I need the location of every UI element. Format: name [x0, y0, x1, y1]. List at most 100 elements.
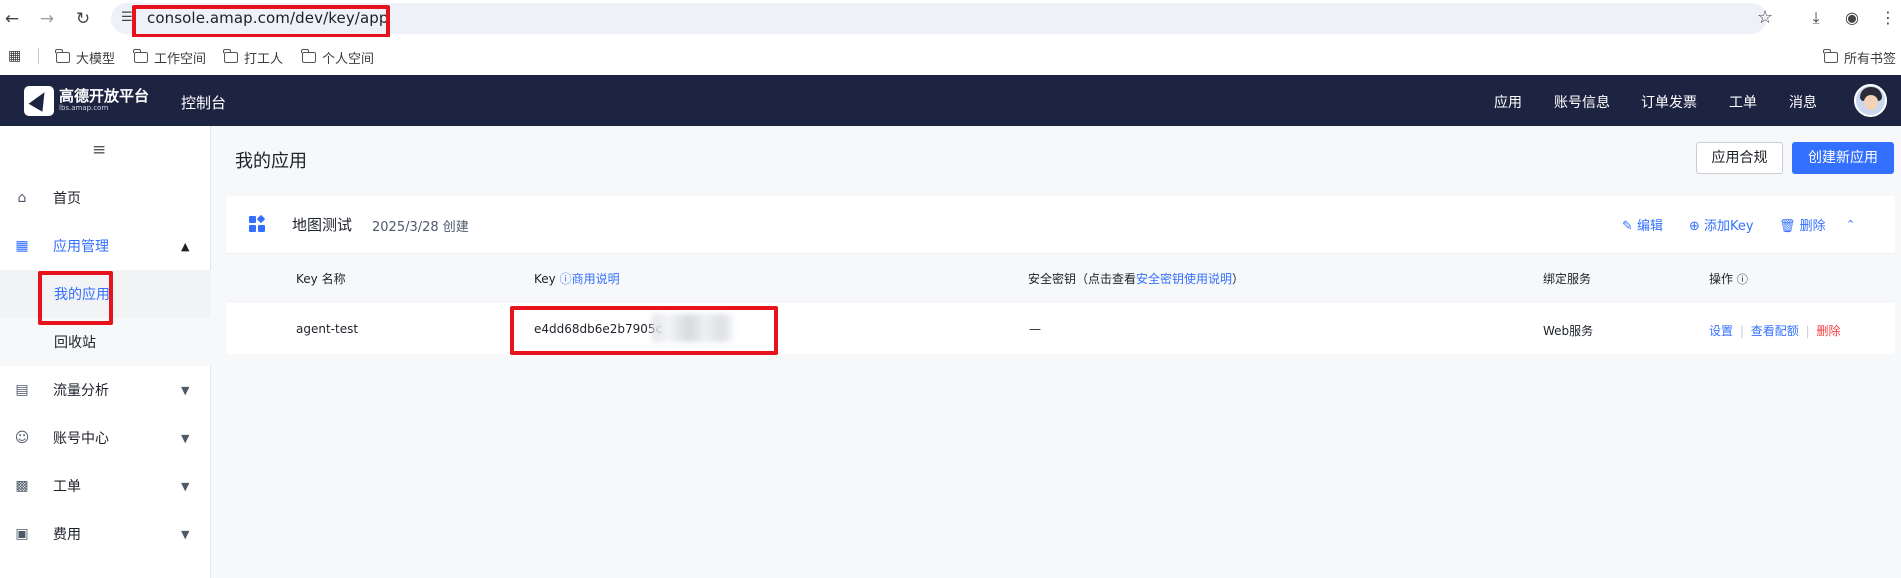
all-bookmarks-label: 所有书签 [1844, 52, 1897, 67]
bookmark-folder[interactable]: 工作空间 [133, 48, 207, 67]
app-grid-icon [249, 214, 266, 232]
chart-icon: ▤ [15, 382, 29, 398]
column-ops-label: 操作 [1709, 272, 1734, 286]
grid-icon: ▦ [15, 238, 29, 254]
logo[interactable]: 高德开放平台 lbs.amap.com [24, 86, 149, 116]
sidebar-item-recycle-bin[interactable]: 回收站 [0, 318, 211, 366]
column-key-name: Key 名称 [296, 272, 346, 286]
edit-app-button[interactable]: ✎ 编辑 [1622, 215, 1663, 234]
forward-icon[interactable]: → [37, 9, 57, 29]
nav-messages[interactable]: 消息 [1789, 92, 1817, 112]
commercial-help-link[interactable]: 商用说明 [572, 272, 620, 286]
nav-account-info[interactable]: 账号信息 [1554, 92, 1610, 112]
reload-icon[interactable]: ↻ [73, 9, 93, 29]
sidebar-item-app-management[interactable]: ▦ 应用管理 ▲ [0, 222, 211, 270]
divider [38, 48, 39, 64]
home-icon: ⌂ [17, 190, 27, 206]
help-circle-icon: ⓘ [559, 272, 572, 286]
ticket-icon: ▩ [15, 478, 29, 494]
delete-app-button[interactable]: 🗑 删除 [1779, 215, 1826, 234]
sidebar-item-label: 费用 [53, 527, 81, 543]
all-bookmarks[interactable]: 所有书签 [1823, 48, 1897, 67]
trash-icon: 🗑 [1779, 219, 1796, 234]
bookmarks-bar: ▦ 大模型 工作空间 打工人 个人空间 所有书签 [0, 37, 1901, 75]
nav-tickets[interactable]: 工单 [1729, 92, 1757, 112]
menu-icon[interactable]: ⋮ [1878, 8, 1898, 28]
collapse-chevron-icon[interactable]: ⌃ [1846, 218, 1855, 231]
bookmark-folder[interactable]: 个人空间 [301, 48, 375, 67]
column-secret: 安全密钥（点击查看安全密钥使用说明） [1028, 270, 1244, 287]
nav-apps[interactable]: 应用 [1494, 92, 1522, 112]
back-icon[interactable]: ← [2, 9, 22, 29]
chevron-down-icon: ▼ [181, 431, 190, 445]
add-key-button[interactable]: ⊕ 添加Key [1689, 215, 1754, 234]
logo-name: 高德开放平台 [59, 87, 150, 105]
chevron-down-icon: ▼ [181, 479, 190, 493]
column-ops: 操作 ⓘ [1709, 270, 1748, 287]
row-service: Web服务 [1543, 324, 1594, 338]
app-name: 地图测试 [292, 216, 353, 234]
sidebar-item-traffic-analysis[interactable]: ▤ 流量分析 ▼ [0, 366, 211, 414]
chevron-up-icon: ▲ [181, 239, 190, 253]
bookmark-label: 打工人 [244, 52, 284, 67]
sidebar-item-label: 回收站 [54, 335, 96, 351]
folder-icon [55, 49, 70, 63]
row-key-name: agent-test [296, 322, 359, 336]
app-compliance-button[interactable]: 应用合规 [1696, 142, 1783, 174]
app-created-date: 2025/3/28 创建 [372, 220, 469, 235]
divider: | [1739, 324, 1744, 338]
highlight-url [132, 5, 390, 38]
bookmark-label: 个人空间 [322, 52, 375, 67]
edit-label: 编辑 [1637, 219, 1664, 234]
delete-key-link[interactable]: 删除 [1816, 324, 1840, 338]
folder-icon [223, 49, 238, 63]
amap-logo-icon [24, 86, 54, 116]
logo-domain: lbs.amap.com [59, 104, 109, 112]
sidebar-item-billing[interactable]: ▣ 费用 ▼ [0, 510, 211, 558]
nav-orders-invoices[interactable]: 订单发票 [1641, 92, 1697, 112]
column-secret-label: 安全密钥（点击查看 [1028, 272, 1137, 286]
page-title: 我的应用 [235, 151, 307, 172]
row-secret[interactable]: — [1029, 322, 1041, 336]
column-service: 绑定服务 [1543, 272, 1592, 286]
plus-circle-icon: ⊕ [1689, 219, 1700, 234]
apps-icon[interactable]: ▦ [8, 48, 21, 64]
profile-icon[interactable]: ◉ [1842, 8, 1862, 28]
divider: | [1805, 324, 1810, 338]
billing-icon: ▣ [15, 526, 29, 542]
folder-icon [301, 49, 316, 63]
sidebar-item-label: 首页 [53, 191, 81, 207]
bookmark-label: 工作空间 [154, 52, 207, 67]
folder-icon [1823, 49, 1838, 63]
user-icon: ☺ [14, 430, 30, 446]
chevron-down-icon: ▼ [181, 527, 190, 541]
column-secret-suffix: ） [1232, 272, 1245, 286]
site-settings-icon[interactable]: ☰ [121, 10, 133, 25]
sidebar: ≡ ⌂ 首页 ▦ 应用管理 ▲ 我的应用 回收站 ▤ 流量分析 ▼ ☺ 账号中心… [0, 126, 211, 578]
view-quota-link[interactable]: 查看配额 [1751, 324, 1799, 338]
sidebar-item-home[interactable]: ⌂ 首页 [0, 174, 211, 222]
column-key-label: Key [534, 272, 556, 286]
sidebar-item-account-center[interactable]: ☺ 账号中心 ▼ [0, 414, 211, 462]
settings-link[interactable]: 设置 [1709, 324, 1733, 338]
top-navigation: 高德开放平台 lbs.amap.com 控制台 应用 账号信息 订单发票 工单 … [0, 75, 1901, 126]
console-label[interactable]: 控制台 [181, 92, 226, 113]
highlight-my-apps [38, 271, 113, 325]
sidebar-item-label: 账号中心 [53, 431, 109, 447]
download-icon[interactable]: ⤓ [1806, 8, 1826, 28]
bookmark-star-icon[interactable]: ☆ [1757, 7, 1773, 28]
sidebar-item-tickets[interactable]: ▩ 工单 ▼ [0, 462, 211, 510]
menu-collapse-icon[interactable]: ≡ [92, 140, 106, 160]
info-icon: ⓘ [1736, 273, 1748, 286]
create-app-button[interactable]: 创建新应用 [1792, 142, 1894, 174]
row-ops: 设置 | 查看配额 | 删除 [1709, 322, 1840, 339]
bookmark-folder[interactable]: 大模型 [55, 48, 116, 67]
bookmark-label: 大模型 [76, 52, 116, 67]
sidebar-item-label: 应用管理 [53, 239, 109, 255]
avatar[interactable] [1854, 84, 1887, 117]
bookmark-folder[interactable]: 打工人 [223, 48, 284, 67]
secret-help-link[interactable]: 安全密钥使用说明 [1136, 272, 1232, 286]
delete-label: 删除 [1799, 219, 1826, 234]
add-key-label: 添加Key [1704, 219, 1754, 234]
sidebar-item-label: 工单 [53, 479, 81, 495]
